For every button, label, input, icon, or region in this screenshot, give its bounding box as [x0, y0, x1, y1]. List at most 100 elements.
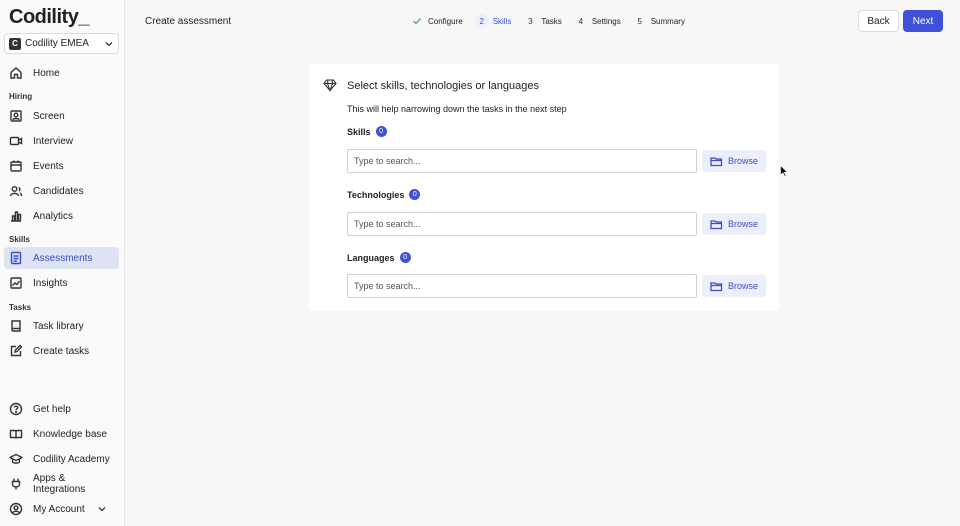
field-label-text: Skills: [347, 126, 371, 137]
user-circle-icon: [9, 502, 23, 516]
step-number: 3: [528, 16, 533, 26]
technologies-browse-button[interactable]: Browse: [702, 213, 766, 235]
skills-selection-card: Select skills, technologies or languages…: [309, 64, 779, 311]
step-label: Configure: [428, 16, 463, 26]
candidates-icon: [9, 184, 23, 198]
edit-icon: [9, 344, 23, 358]
graduation-cap-icon: [9, 452, 23, 466]
sidebar-item-my-account[interactable]: My Account: [4, 498, 119, 520]
sidebar-item-label: Candidates: [33, 185, 84, 197]
book-icon: [9, 319, 23, 333]
folder-icon: [710, 219, 723, 229]
skills-search-input[interactable]: [347, 149, 697, 173]
step-label: Settings: [591, 16, 621, 26]
step-label: Skills: [492, 16, 512, 26]
org-badge: C: [9, 37, 21, 50]
sidebar-item-label: Interview: [33, 135, 74, 147]
sidebar-item-label: Assessments: [33, 252, 93, 264]
video-camera-icon: [9, 134, 23, 148]
help-icon: [9, 402, 23, 416]
browse-label: Browse: [727, 219, 758, 229]
step-label: Tasks: [541, 16, 562, 26]
back-button[interactable]: Back: [858, 10, 899, 32]
card-title: Select skills, technologies or languages: [347, 80, 540, 92]
sidebar-item-apps-integrations[interactable]: Apps & Integrations: [4, 473, 119, 495]
step-number: 5: [637, 16, 642, 26]
mouse-cursor-icon: [780, 165, 788, 177]
technologies-count-badge: 0: [409, 189, 421, 200]
sidebar-item-label: Create tasks: [33, 345, 90, 357]
chevron-down-icon: [98, 507, 106, 512]
step-tasks[interactable]: 3 Tasks: [523, 14, 562, 28]
languages-browse-button[interactable]: Browse: [702, 275, 766, 297]
languages-label: Languages 0: [347, 252, 411, 263]
top-bar: Create assessment Configure 2 Skills 3 T…: [125, 0, 960, 42]
sidebar: Codility_ C Codility EMEA Home Hiring Sc…: [0, 0, 125, 526]
sidebar-item-create-tasks[interactable]: Create tasks: [4, 340, 119, 362]
plug-icon: [9, 477, 23, 491]
next-button[interactable]: Next: [903, 10, 943, 32]
stepper: Configure 2 Skills 3 Tasks 4 Settings 5 …: [410, 12, 697, 30]
step-number: 2: [474, 14, 489, 28]
sidebar-item-label: Get help: [33, 403, 71, 415]
org-name: Codility EMEA: [25, 38, 89, 49]
skills-label: Skills 0: [347, 126, 387, 137]
sidebar-item-screen[interactable]: Screen: [4, 105, 119, 127]
home-icon: [9, 66, 23, 80]
section-label-hiring: Hiring: [9, 92, 33, 101]
step-configure[interactable]: Configure: [410, 14, 463, 28]
sidebar-item-label: Apps & Integrations: [33, 473, 86, 495]
sidebar-item-label: Knowledge base: [33, 428, 107, 440]
step-summary[interactable]: 5 Summary: [633, 14, 685, 28]
field-label-text: Technologies: [347, 189, 405, 200]
sidebar-item-task-library[interactable]: Task library: [4, 315, 119, 337]
sidebar-item-label: Analytics: [33, 210, 74, 222]
skills-count-badge: 0: [375, 126, 387, 137]
bar-chart-icon: [9, 209, 23, 223]
section-label-skills: Skills: [9, 235, 30, 244]
sidebar-item-candidates[interactable]: Candidates: [4, 180, 119, 202]
assessment-icon: [9, 251, 23, 265]
technologies-search-input[interactable]: [347, 212, 697, 236]
sidebar-item-label: Events: [33, 160, 64, 172]
browse-label: Browse: [727, 156, 758, 166]
field-label-text: Languages: [347, 252, 395, 263]
step-label: Summary: [650, 16, 685, 26]
folder-icon: [710, 156, 723, 166]
chevron-down-icon: [105, 41, 113, 46]
browse-label: Browse: [727, 281, 758, 291]
sidebar-item-assessments[interactable]: Assessments: [4, 247, 119, 269]
folder-icon: [710, 281, 723, 291]
card-subtitle: This will help narrowing down the tasks …: [347, 104, 567, 114]
codility-logo[interactable]: Codility_: [9, 6, 89, 29]
sidebar-item-get-help[interactable]: Get help: [4, 398, 119, 420]
sidebar-item-label: Codility Academy: [33, 453, 110, 465]
sidebar-item-label: My Account: [33, 503, 85, 515]
step-number: 4: [578, 16, 584, 26]
sidebar-item-knowledge-base[interactable]: Knowledge base: [4, 423, 119, 445]
sidebar-item-label: Home: [33, 67, 60, 79]
org-selector[interactable]: C Codility EMEA: [4, 33, 119, 54]
section-label-tasks: Tasks: [9, 303, 32, 312]
sidebar-item-analytics[interactable]: Analytics: [4, 205, 119, 227]
sidebar-item-home[interactable]: Home: [4, 62, 119, 84]
languages-count-badge: 0: [399, 252, 411, 263]
sidebar-item-interview[interactable]: Interview: [4, 130, 119, 152]
sidebar-item-label: Screen: [33, 110, 65, 122]
screen-icon: [9, 109, 23, 123]
skills-browse-button[interactable]: Browse: [702, 150, 766, 172]
technologies-label: Technologies 0: [347, 189, 421, 200]
languages-search-input[interactable]: [347, 274, 697, 298]
sidebar-item-codility-academy[interactable]: Codility Academy: [4, 448, 119, 470]
step-settings[interactable]: 4 Settings: [574, 14, 621, 28]
check-icon: [413, 18, 421, 25]
page-title: Create assessment: [145, 16, 232, 27]
sidebar-item-label: Insights: [33, 277, 68, 289]
step-skills[interactable]: 2 Skills: [474, 14, 512, 28]
sidebar-item-insights[interactable]: Insights: [4, 272, 119, 294]
diamond-icon: [323, 79, 337, 92]
open-book-icon: [9, 427, 23, 441]
sidebar-item-events[interactable]: Events: [4, 155, 119, 177]
insights-icon: [9, 276, 23, 290]
sidebar-item-label: Task library: [33, 320, 84, 332]
